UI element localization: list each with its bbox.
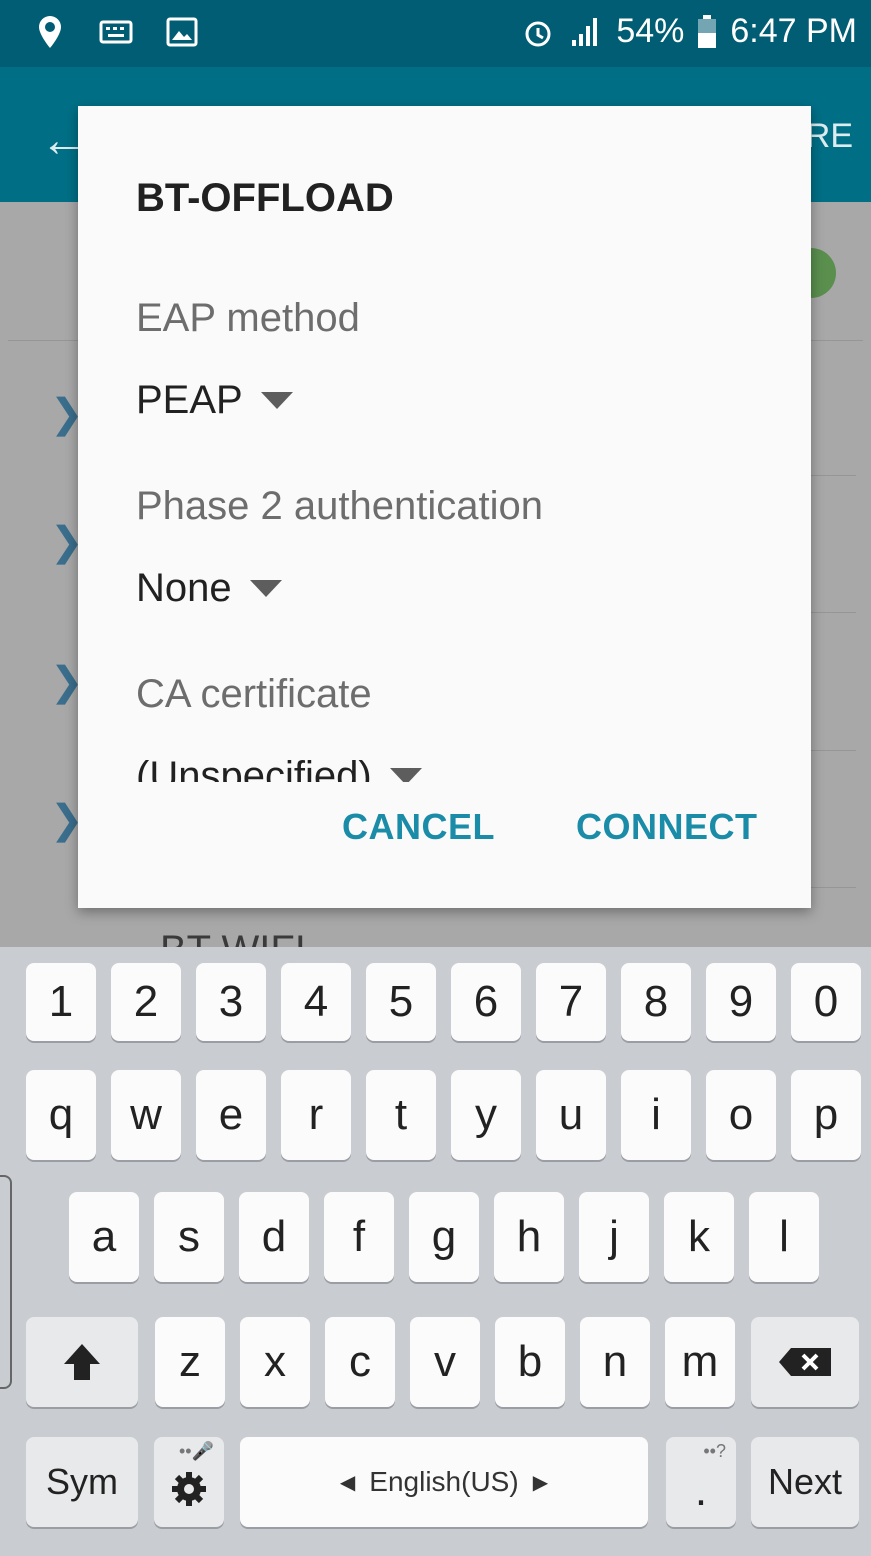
- period-key-label: .: [694, 1466, 708, 1515]
- next-key-label: Next: [767, 1461, 843, 1502]
- key-m[interactable]: m: [665, 1317, 735, 1407]
- key-9[interactable]: 9: [706, 963, 776, 1041]
- key-b[interactable]: b: [495, 1317, 565, 1407]
- location-pin-icon: [39, 16, 61, 48]
- wifi-connect-dialog: BT-OFFLOAD EAP method PEAP Phase 2 authe…: [78, 106, 811, 908]
- battery-icon: [698, 14, 717, 48]
- key-r[interactable]: r: [281, 1070, 351, 1160]
- wifi-signal-icon: ❯: [50, 798, 84, 842]
- phase2-auth-select[interactable]: None: [136, 566, 282, 611]
- key-l[interactable]: l: [749, 1192, 819, 1282]
- connect-button[interactable]: CONNECT: [576, 806, 758, 848]
- edge-panel-handle[interactable]: [0, 1175, 12, 1389]
- dropdown-arrow-icon: [260, 392, 293, 409]
- wifi-signal-icon: ❯: [50, 392, 84, 436]
- key-e[interactable]: e: [196, 1070, 266, 1160]
- key-s[interactable]: s: [154, 1192, 224, 1282]
- mic-hint-icon: ••🎤: [178, 1441, 214, 1461]
- key-k[interactable]: k: [664, 1192, 734, 1282]
- key-a[interactable]: a: [69, 1192, 139, 1282]
- keyboard-icon: [99, 20, 133, 44]
- ca-certificate-select[interactable]: (Unspecified): [136, 754, 422, 782]
- lang-left-arrow-icon: ◀: [339, 1471, 356, 1494]
- key-y[interactable]: y: [451, 1070, 521, 1160]
- ca-certificate-value: (Unspecified): [136, 754, 372, 782]
- key-n[interactable]: n: [580, 1317, 650, 1407]
- gear-icon: [172, 1472, 206, 1506]
- signal-icon: [572, 17, 598, 46]
- status-bar: 54% 6:47 PM: [0, 0, 871, 67]
- wifi-signal-icon: ❯: [50, 520, 84, 564]
- shift-arrow-icon: [64, 1344, 100, 1380]
- key-5[interactable]: 5: [366, 963, 436, 1041]
- key-2[interactable]: 2: [111, 963, 181, 1041]
- key-p[interactable]: p: [791, 1070, 861, 1160]
- dialog-scroll-clip: (Unspecified): [78, 746, 811, 782]
- period-key[interactable]: ••? .: [666, 1437, 736, 1527]
- key-u[interactable]: u: [536, 1070, 606, 1160]
- next-key[interactable]: Next: [751, 1437, 859, 1527]
- period-key-hint: ••?: [703, 1441, 726, 1461]
- key-g[interactable]: g: [409, 1192, 479, 1282]
- dropdown-arrow-icon: [249, 580, 282, 597]
- alarm-icon: [525, 21, 551, 46]
- key-q[interactable]: q: [26, 1070, 96, 1160]
- keyboard: 1234567890 qwertyuiop asdfghjkl zxcvbnm …: [0, 947, 871, 1556]
- more-button[interactable]: RE: [806, 117, 853, 156]
- dropdown-arrow-icon: [389, 768, 422, 782]
- eap-method-select[interactable]: PEAP: [136, 378, 293, 423]
- dialog-title: BT-OFFLOAD: [136, 176, 394, 220]
- key-7[interactable]: 7: [536, 963, 606, 1041]
- key-6[interactable]: 6: [451, 963, 521, 1041]
- key-z[interactable]: z: [155, 1317, 225, 1407]
- eap-method-label: EAP method: [136, 296, 360, 340]
- phase2-auth-value: None: [136, 566, 232, 610]
- phase2-auth-label: Phase 2 authentication: [136, 484, 543, 528]
- key-f[interactable]: f: [324, 1192, 394, 1282]
- cancel-button[interactable]: CANCEL: [342, 806, 495, 848]
- key-o[interactable]: o: [706, 1070, 776, 1160]
- key-x[interactable]: x: [240, 1317, 310, 1407]
- key-d[interactable]: d: [239, 1192, 309, 1282]
- sym-key[interactable]: Sym: [26, 1437, 138, 1527]
- eap-method-value: PEAP: [136, 378, 243, 422]
- key-c[interactable]: c: [325, 1317, 395, 1407]
- key-i[interactable]: i: [621, 1070, 691, 1160]
- image-icon: [166, 17, 198, 47]
- backspace-key[interactable]: [751, 1317, 859, 1407]
- key-t[interactable]: t: [366, 1070, 436, 1160]
- key-8[interactable]: 8: [621, 963, 691, 1041]
- key-j[interactable]: j: [579, 1192, 649, 1282]
- clock: 6:47 PM: [730, 12, 857, 50]
- space-key[interactable]: ◀ English(US) ▶: [240, 1437, 648, 1527]
- shift-key[interactable]: [26, 1317, 138, 1407]
- sym-key-label: Sym: [46, 1461, 118, 1502]
- key-v[interactable]: v: [410, 1317, 480, 1407]
- wifi-signal-icon: ❯: [50, 660, 84, 704]
- backspace-icon: [779, 1348, 831, 1376]
- key-0[interactable]: 0: [791, 963, 861, 1041]
- key-w[interactable]: w: [111, 1070, 181, 1160]
- key-3[interactable]: 3: [196, 963, 266, 1041]
- key-1[interactable]: 1: [26, 963, 96, 1041]
- lang-right-arrow-icon: ▶: [532, 1471, 549, 1494]
- key-h[interactable]: h: [494, 1192, 564, 1282]
- settings-key[interactable]: ••🎤: [154, 1437, 224, 1527]
- language-label: English(US): [369, 1466, 519, 1497]
- key-4[interactable]: 4: [281, 963, 351, 1041]
- battery-percent: 54%: [616, 12, 685, 50]
- ca-certificate-label: CA certificate: [136, 672, 372, 716]
